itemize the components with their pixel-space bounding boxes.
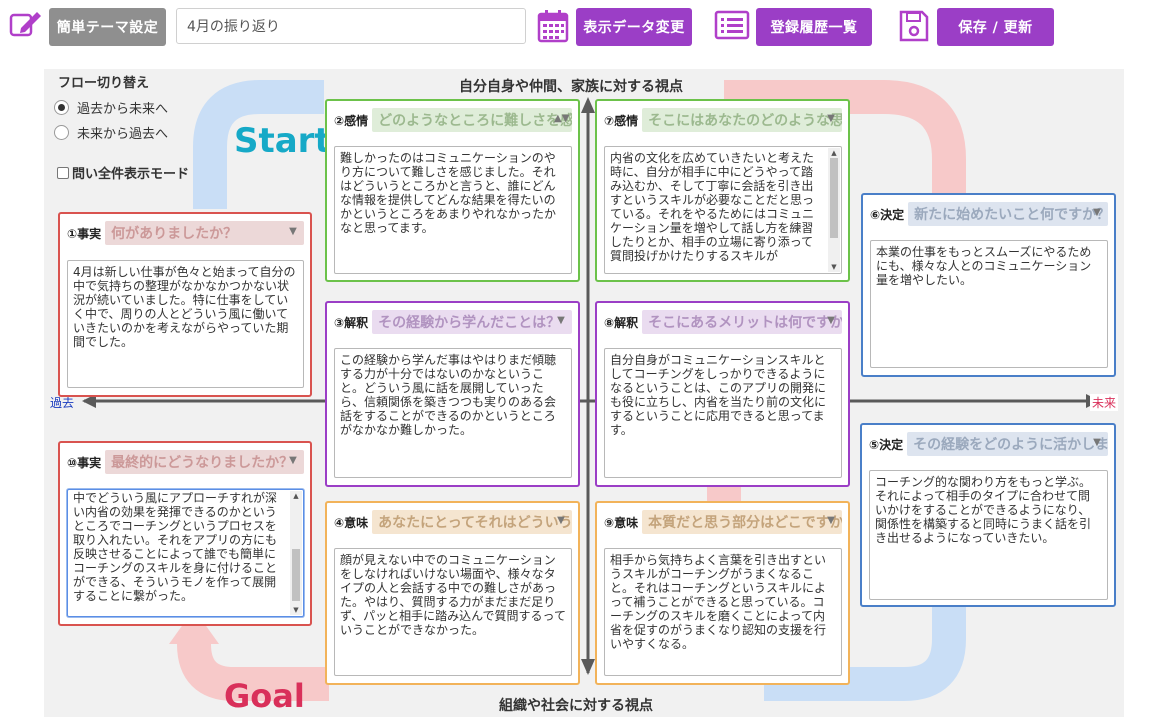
answer-textarea[interactable]: 中でどういう風にアプローチすれが深い内省の効果を発揮できるのかというところでコー… [67, 489, 304, 617]
chevron-down-icon: ▼ [289, 455, 297, 466]
scroll-up-icon[interactable]: ▲ [290, 491, 302, 501]
show-all-questions-toggle[interactable]: 問い全件表示モード [57, 163, 189, 182]
card-label: ④意味 [334, 515, 369, 530]
flow-option-label: 未来から過去へ [77, 127, 169, 142]
answer-textarea[interactable]: 難しかったのはコミュニケーションのやり方について難しさを感じました。それはどうい… [334, 146, 572, 274]
answer-textarea[interactable]: 相手から気持ちよく言葉を引き出すというスキルがコーチングがうまくなること。それは… [604, 548, 842, 676]
card-emotion-2: ②感情 どのようなところに難しさを感じましたか？▲▼ 難しかったのはコミュニケー… [325, 99, 580, 282]
card-fact-1: ①事実 何がありましたか？ ▼ 4月は新しい仕事が色々と始まって自分の中で気持ちの… [58, 212, 312, 397]
card-label: ②感情 [334, 113, 369, 128]
card-meaning-4: ④意味 あなたにとってそれはどういう意味がありますか？▼ 顔が見えない中でのコミ… [325, 501, 580, 685]
chevron-down-icon: ▼ [557, 315, 565, 326]
question-select[interactable]: どのようなところに難しさを感じましたか？▲▼ [372, 108, 572, 132]
goal-label: Goal [224, 677, 305, 715]
title-input[interactable] [176, 8, 526, 44]
scrollbar[interactable]: ▲ ▼ [828, 148, 840, 272]
card-interpretation-3: ③解釈 その経験から学んだことは？ ▼ この経験から学んだ事はやはりまだ傾聴する力… [325, 301, 580, 487]
card-label: ③解釈 [334, 315, 369, 330]
chevron-down-icon: ▲▼ [554, 113, 570, 124]
question-select[interactable]: その経験をどのように活かしますか？▼ [907, 432, 1108, 456]
card-label: ⑤決定 [869, 437, 904, 452]
card-interpretation-8: ⑧解釈 そこにあるメリットは何ですか？ ▼ 自分自身がコミュニケーションスキルとし… [595, 301, 850, 487]
calendar-icon[interactable] [536, 9, 570, 43]
answer-textarea[interactable]: 自分自身がコミュニケーションスキルとしてコーチングをしっかりできるようになるとい… [604, 348, 842, 478]
card-label: ⑩事実 [67, 455, 102, 470]
scroll-thumb[interactable] [292, 549, 300, 601]
axis-bottom-label: 組織や社会に対する視点 [499, 698, 653, 714]
chevron-down-icon: ▼ [557, 515, 565, 526]
chevron-down-icon: ▼ [827, 113, 835, 124]
scroll-thumb[interactable] [830, 158, 838, 238]
answer-textarea[interactable]: コーチング的な関わり方をもっと学ぶ。それによって相手のタイプに合わせて問いかけを… [869, 470, 1108, 600]
card-fact-10: ⑩事実 最終的にどうなりましたか？ ▼ 中でどういう風にアプローチすれが深い内省の… [58, 441, 312, 626]
chevron-down-icon: ▼ [1093, 207, 1101, 218]
question-text: あなたにとってそれはどういう意味がありますか？ [378, 515, 572, 531]
answer-text: 中でどういう風にアプローチすれが深い内省の効果を発揮できるのかというところでコー… [73, 491, 278, 603]
answer-textarea[interactable]: 4月は新しい仕事が色々と始まって自分の中で気持ちの整理がなかなかつかない状況が続… [67, 260, 304, 388]
card-label: ①事実 [67, 226, 102, 241]
question-text: そこにあるメリットは何ですか？ [648, 315, 842, 331]
card-meaning-9: ⑨意味 本質だと思う部分はどこですか？ ▼ 相手から気持ちよく言葉を引き出すという… [595, 501, 850, 685]
card-emotion-7: ⑦感情 そこにはあなたのどのような思いがありますか？▼ 内省の文化を広めていきた… [595, 99, 850, 282]
card-label: ⑦感情 [604, 113, 639, 128]
answer-text: 内省の文化を広めていきたいと考えた時に、自分が相手に中にどうやって踏み込むか、そ… [610, 151, 815, 263]
question-select[interactable]: そこにはあなたのどのような思いがありますか？▼ [642, 108, 842, 132]
history-list-button[interactable]: 登録履歴一覧 [756, 8, 872, 46]
radio-future-to-past[interactable] [54, 125, 69, 140]
card-label: ⑧解釈 [604, 315, 639, 330]
card-label: ⑥決定 [870, 207, 905, 222]
question-text: その経験をどのように活かしますか？ [913, 437, 1108, 453]
card-decision-6: ⑥決定 新たに始めたいこと何ですか？ ▼ 本業の仕事をもっとスムーズにやるためにも… [861, 193, 1116, 377]
radio-past-to-future[interactable] [54, 100, 69, 115]
flow-option-past-to-future[interactable]: 過去から未来へ [54, 98, 168, 117]
question-select[interactable]: 新たに始めたいこと何ですか？ ▼ [908, 202, 1108, 226]
chevron-down-icon: ▼ [289, 226, 297, 237]
answer-textarea[interactable]: 内省の文化を広めていきたいと考えた時に、自分が相手に中にどうやって踏み込むか、そ… [604, 146, 842, 274]
card-label: ⑨意味 [604, 515, 639, 530]
list-icon[interactable] [714, 10, 750, 40]
answer-textarea[interactable]: 顔が見えない中でのコミュニケーションをしなければいけない場面や、様々なタイプの人… [334, 548, 572, 676]
theme-settings-button[interactable]: 簡単テーマ設定 [49, 8, 166, 46]
question-select[interactable]: そこにあるメリットは何ですか？ ▼ [642, 310, 842, 334]
scrollbar[interactable]: ▲ ▼ [290, 491, 302, 615]
chevron-down-icon: ▼ [827, 315, 835, 326]
pencil-edit-icon[interactable] [8, 8, 44, 40]
axis-future-label: 未来 [1090, 394, 1119, 411]
scroll-down-icon[interactable]: ▼ [828, 262, 840, 272]
flow-toggle-title: フロー切り替え [58, 76, 150, 91]
flow-option-label: 過去から未来へ [77, 102, 169, 117]
axis-top-label: 自分自身や仲間、家族に対する視点 [459, 79, 683, 95]
card-decision-5: ⑤決定 その経験をどのように活かしますか？▼ コーチング的な関わり方をもっと学ぶ… [860, 423, 1116, 607]
answer-textarea[interactable]: 本業の仕事をもっとスムーズにやるためにも、様々な人とのコミュニケーション量を増や… [870, 240, 1108, 368]
question-text: その経験から学んだことは？ [378, 315, 561, 331]
question-select[interactable]: あなたにとってそれはどういう意味がありますか？▼ [372, 510, 572, 534]
scroll-up-icon[interactable]: ▲ [828, 148, 840, 158]
chevron-down-icon: ▼ [1093, 437, 1101, 448]
scroll-down-icon[interactable]: ▼ [290, 605, 302, 615]
question-text: そこにはあなたのどのような思いがありますか？ [648, 113, 842, 129]
question-select[interactable]: その経験から学んだことは？ ▼ [372, 310, 572, 334]
reflection-canvas: 自分自身や仲間、家族に対する視点 組織や社会に対する視点 過去 未来 Start… [44, 69, 1124, 717]
question-text: 新たに始めたいこと何ですか？ [914, 207, 1108, 223]
save-update-button[interactable]: 保存 / 更新 [937, 8, 1054, 46]
answer-textarea[interactable]: この経験から学んだ事はやはりまだ傾聴する力が十分ではないのかなということ。どうい… [334, 348, 572, 478]
start-label: Start [234, 121, 331, 161]
question-text: 本質だと思う部分はどこですか？ [648, 515, 842, 531]
show-all-label: 問い全件表示モード [72, 167, 190, 182]
show-all-checkbox[interactable] [57, 166, 69, 179]
save-floppy-icon[interactable] [898, 10, 930, 42]
question-select[interactable]: 何がありましたか？ ▼ [105, 221, 304, 245]
question-text: 何がありましたか？ [111, 226, 238, 242]
change-display-data-button[interactable]: 表示データ変更 [576, 8, 692, 46]
question-text: 最終的にどうなりましたか？ [111, 455, 294, 471]
question-text: どのようなところに難しさを感じましたか？ [378, 113, 572, 129]
question-select[interactable]: 本質だと思う部分はどこですか？ ▼ [642, 510, 842, 534]
flow-option-future-to-past[interactable]: 未来から過去へ [54, 123, 168, 142]
question-select[interactable]: 最終的にどうなりましたか？ ▼ [105, 450, 304, 474]
chevron-down-icon: ▼ [827, 515, 835, 526]
